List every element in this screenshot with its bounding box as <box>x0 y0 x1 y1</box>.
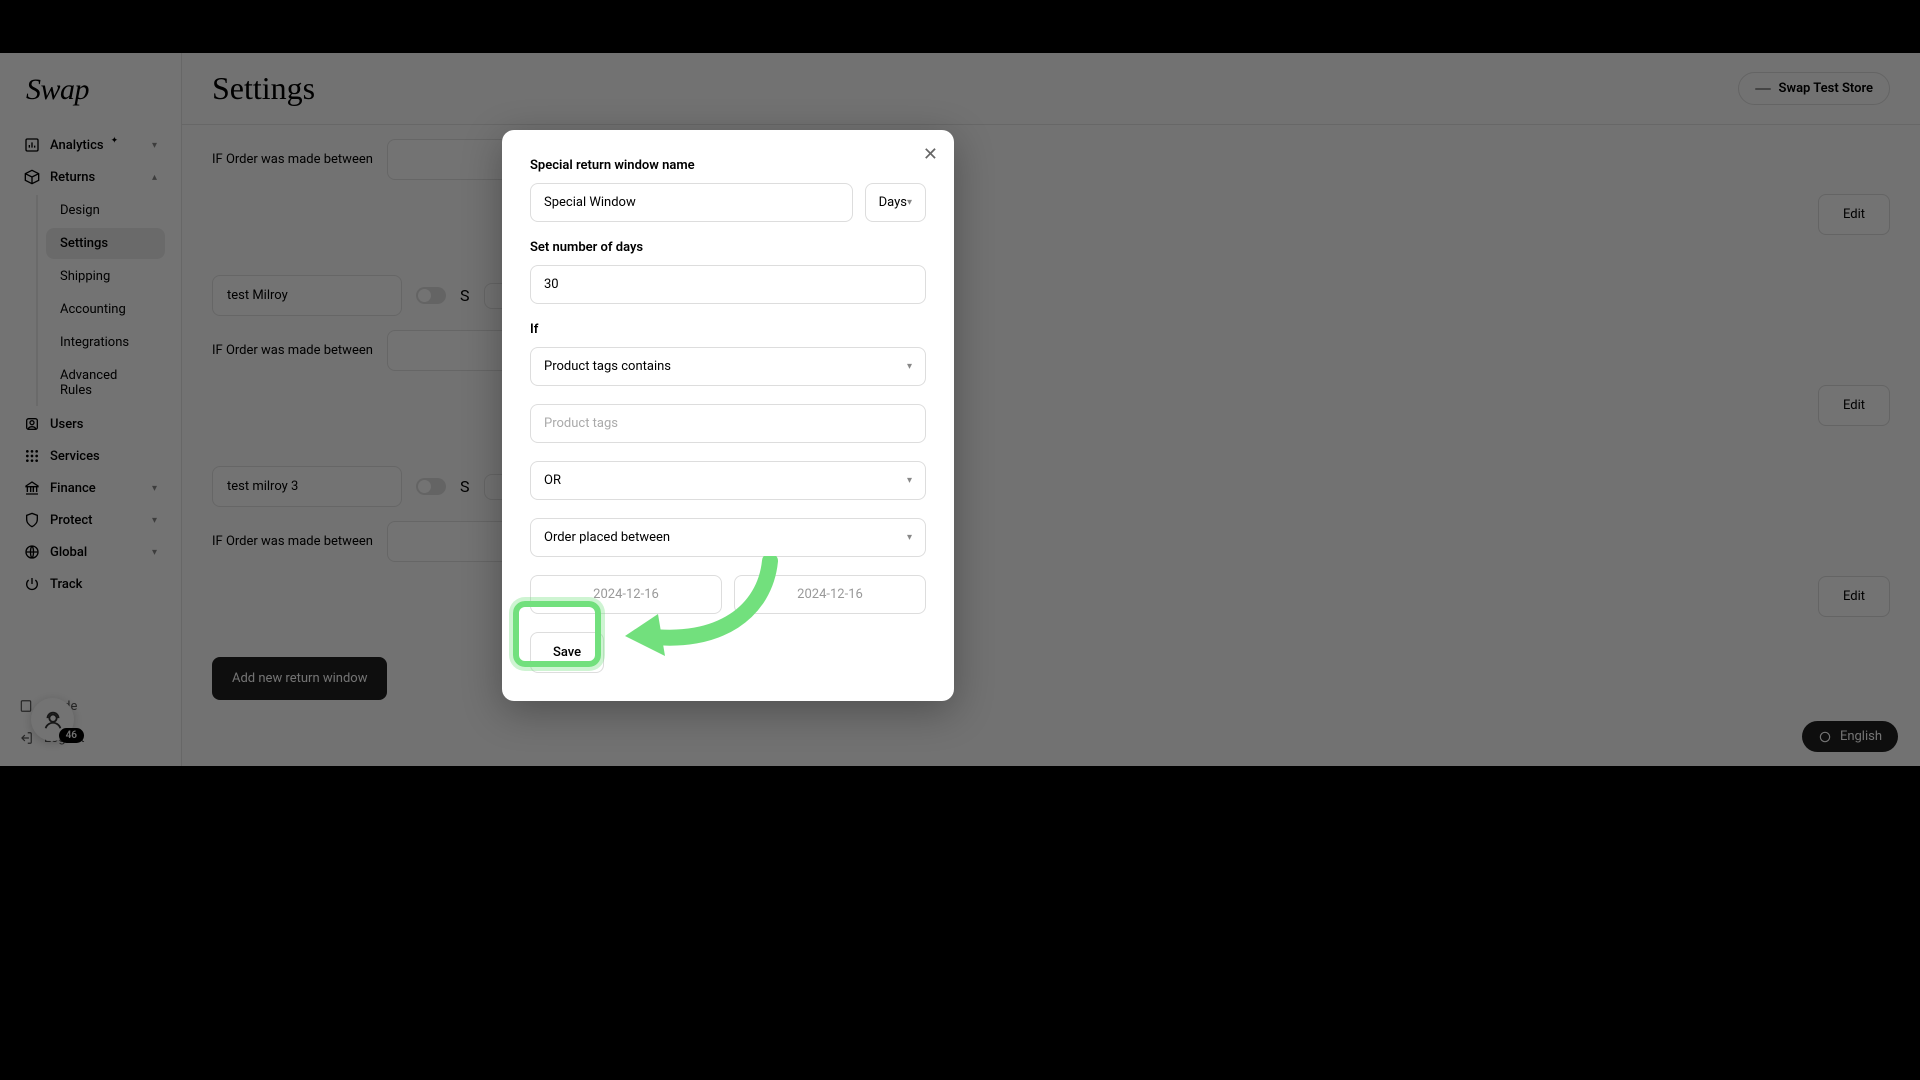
window-name-input[interactable] <box>530 183 853 222</box>
condition-select[interactable]: Product tags contains ▾ <box>530 347 926 386</box>
logic-select-value: OR <box>544 473 561 488</box>
app-root: Swap Analytics ✦ ▾ Returns ▴ Design Sett… <box>0 53 1920 766</box>
chevron-down-icon: ▾ <box>907 532 912 543</box>
date-to-input[interactable]: 2024-12-16 <box>734 575 926 614</box>
chevron-down-icon: ▾ <box>907 197 912 208</box>
condition-select-value: Product tags contains <box>544 359 671 374</box>
modal-days-label: Set number of days <box>530 240 926 255</box>
date-from-input[interactable]: 2024-12-16 <box>530 575 722 614</box>
logic-select[interactable]: OR ▾ <box>530 461 926 500</box>
days-input[interactable] <box>530 265 926 304</box>
chevron-down-icon: ▾ <box>907 475 912 486</box>
modal-name-label: Special return window name <box>530 158 926 173</box>
modal-backdrop[interactable] <box>0 53 1920 766</box>
between-select-value: Order placed between <box>544 530 670 545</box>
unit-select-value: Days <box>879 195 907 210</box>
unit-select[interactable]: Days ▾ <box>865 183 926 222</box>
product-tags-input[interactable]: Product tags <box>530 404 926 443</box>
special-return-window-modal: ✕ Special return window name Days ▾ Set … <box>502 130 954 701</box>
chevron-down-icon: ▾ <box>907 361 912 372</box>
modal-if-label: If <box>530 322 926 337</box>
between-select[interactable]: Order placed between ▾ <box>530 518 926 557</box>
close-icon[interactable]: ✕ <box>923 144 938 165</box>
save-button[interactable]: Save <box>530 632 604 673</box>
